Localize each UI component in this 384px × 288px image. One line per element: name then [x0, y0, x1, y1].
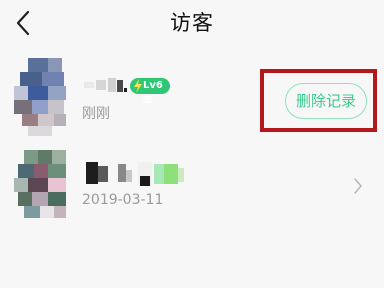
level-badge: Lv6年: [130, 78, 170, 107]
avatar[interactable]: [14, 150, 68, 228]
username-blurred: [84, 158, 184, 188]
lightning-icon: [134, 79, 142, 93]
chevron-right-icon[interactable]: [353, 177, 363, 195]
username-blurred: [84, 76, 128, 94]
avatar[interactable]: [14, 58, 68, 136]
visit-time: 刚刚: [82, 106, 110, 122]
visit-time: 2019-03-11: [82, 192, 164, 208]
delete-record-button[interactable]: 删除记录: [285, 83, 367, 119]
visitor-row[interactable]: 2019-03-11: [0, 148, 384, 228]
nav-bar: 访客: [0, 0, 384, 46]
page-title: 访客: [170, 11, 214, 35]
